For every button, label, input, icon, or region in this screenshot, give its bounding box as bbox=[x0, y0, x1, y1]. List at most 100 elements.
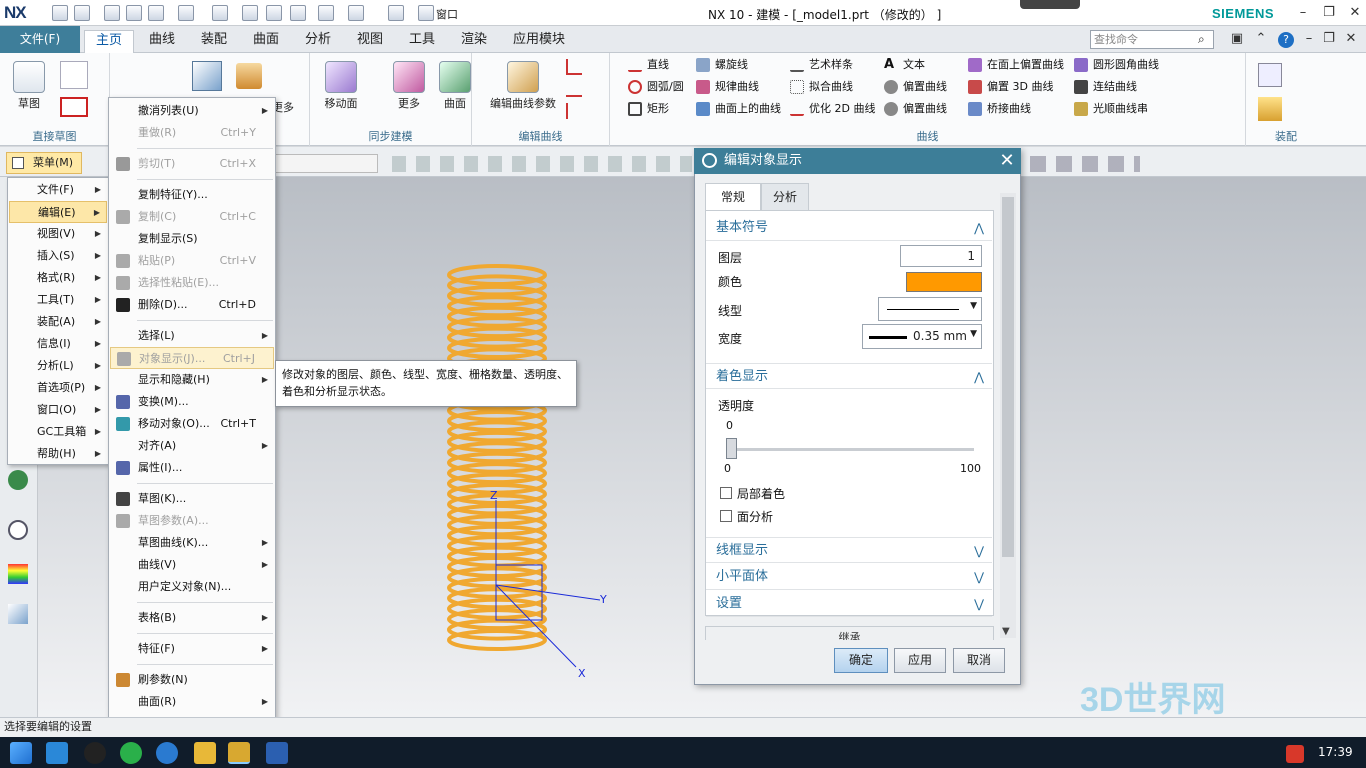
face-analysis-checkbox[interactable] bbox=[720, 510, 732, 522]
text-button[interactable]: A 文本 bbox=[884, 55, 925, 75]
main-menu-item[interactable]: 信息(I) ▶ bbox=[9, 333, 107, 355]
apply-button[interactable]: 应用 bbox=[894, 648, 946, 673]
law-curve-button[interactable]: 规律曲线 bbox=[696, 77, 759, 97]
input-method-icon[interactable] bbox=[1286, 745, 1304, 763]
inherit-button[interactable]: 继承 bbox=[705, 626, 994, 640]
tab-home[interactable]: 主页 bbox=[84, 30, 134, 54]
expand-chevron-icon-2[interactable]: ⋁ bbox=[974, 564, 984, 590]
edit-menu-item[interactable]: 曲面(R) ▶ bbox=[110, 691, 274, 713]
arc-circle-button[interactable]: 圆弧/圆 bbox=[628, 77, 684, 97]
facet-section[interactable]: 小平面体 ⋁ bbox=[706, 564, 992, 590]
close-button[interactable]: ✕ bbox=[1342, 4, 1366, 22]
edit-menu-item[interactable]: 对象显示(J)... Ctrl+J bbox=[110, 347, 274, 369]
cut-icon[interactable] bbox=[242, 5, 258, 21]
ribbon-options-icon[interactable]: ▣ bbox=[1224, 30, 1250, 48]
edit-menu-item[interactable]: 显示和隐藏(H) ▶ bbox=[110, 369, 274, 391]
join-curve-button[interactable]: 连结曲线 bbox=[1074, 77, 1137, 97]
edit-menu-item[interactable]: 草图曲线(K)... ▶ bbox=[110, 532, 274, 554]
shell-icon[interactable] bbox=[236, 63, 262, 89]
edit-menu-item[interactable]: 选择(L) ▶ bbox=[110, 325, 274, 347]
ok-button[interactable]: 确定 bbox=[834, 648, 888, 673]
dialog-title[interactable]: 编辑对象显示 bbox=[694, 148, 1021, 174]
edit-menu-item[interactable]: 删除(D)... Ctrl+D bbox=[110, 294, 274, 316]
window-icon[interactable] bbox=[418, 5, 434, 21]
smooth-curve-string-button[interactable]: 光顺曲线串 bbox=[1074, 99, 1148, 119]
offset-curve-button-2[interactable]: 偏置曲线 bbox=[884, 99, 947, 119]
tab-analysis-dialog[interactable]: 分析 bbox=[761, 183, 809, 211]
collapse-chevron-icon[interactable]: ⋀ bbox=[974, 215, 984, 241]
cancel-button[interactable]: 取消 bbox=[953, 648, 1005, 673]
helix-button[interactable]: 螺旋线 bbox=[696, 55, 748, 75]
expand-chevron-icon[interactable]: ⋁ bbox=[974, 538, 984, 564]
main-menu-item[interactable]: 装配(A) ▶ bbox=[9, 311, 107, 333]
edit-menu-item[interactable]: 重做(R) Ctrl+Y bbox=[110, 122, 274, 144]
edit-menu-item[interactable]: 特征(F) ▶ bbox=[110, 638, 274, 660]
web-browser-icon[interactable] bbox=[8, 470, 28, 490]
wechat-icon[interactable] bbox=[120, 742, 142, 764]
transparency-slider-track[interactable] bbox=[728, 448, 974, 451]
edit-menu-item[interactable]: 粘贴(P) Ctrl+V bbox=[110, 250, 274, 272]
add-component-icon[interactable] bbox=[1258, 97, 1282, 121]
photos-icon[interactable] bbox=[46, 742, 68, 764]
scroll-down-arrow-icon[interactable]: ▼ bbox=[1002, 626, 1010, 637]
transparency-slider-thumb[interactable] bbox=[726, 438, 737, 459]
rectangle-button[interactable]: 矩形 bbox=[628, 99, 669, 119]
block-icon[interactable] bbox=[192, 61, 222, 91]
dialog-gear-icon[interactable] bbox=[702, 153, 717, 168]
word-icon[interactable] bbox=[266, 742, 288, 764]
tab-curve[interactable]: 曲线 bbox=[140, 30, 184, 52]
tab-view[interactable]: 视图 bbox=[348, 30, 392, 52]
tab-application[interactable]: 应用模块 bbox=[504, 30, 574, 52]
redo-icon[interactable] bbox=[212, 5, 228, 21]
main-menu-item[interactable]: 首选项(P) ▶ bbox=[9, 377, 107, 399]
save-as-icon[interactable] bbox=[148, 5, 164, 21]
browser-icon[interactable] bbox=[156, 742, 178, 764]
main-menu-item[interactable]: 帮助(H) ▶ bbox=[9, 443, 107, 465]
tab-general[interactable]: 常规 bbox=[705, 183, 761, 211]
save-icon[interactable] bbox=[104, 5, 120, 21]
tab-surface[interactable]: 曲面 bbox=[244, 30, 288, 52]
rectangle-icon[interactable] bbox=[60, 97, 88, 117]
edit-menu-item[interactable]: 表格(B) ▶ bbox=[110, 607, 274, 629]
trim-curve-icon[interactable] bbox=[566, 59, 582, 75]
edit-menu-item[interactable]: 剪切(T) Ctrl+X bbox=[110, 153, 274, 175]
tab-assembly[interactable]: 装配 bbox=[192, 30, 236, 52]
offset-curve-button[interactable]: 偏置曲线 bbox=[884, 77, 947, 97]
edit-menu-item[interactable]: 撤消列表(U) ▶ bbox=[110, 100, 274, 122]
collapse-chevron-icon-2[interactable]: ⋀ bbox=[974, 364, 984, 390]
shading-section[interactable]: 着色显示 ⋀ bbox=[706, 363, 992, 389]
split-curve-icon[interactable] bbox=[566, 81, 582, 97]
process-studio-icon[interactable] bbox=[8, 564, 28, 584]
command-search-input[interactable]: 查找命令 bbox=[1090, 30, 1214, 49]
minimize-button[interactable]: – bbox=[1290, 4, 1316, 22]
tab-analysis[interactable]: 分析 bbox=[296, 30, 340, 52]
selection-tools[interactable] bbox=[392, 156, 692, 172]
main-menu-item[interactable]: 格式(R) ▶ bbox=[9, 267, 107, 289]
offset-3d-curve-button[interactable]: 偏置 3D 曲线 bbox=[968, 77, 1053, 97]
nx-taskbar-icon[interactable] bbox=[228, 742, 250, 764]
edit-menu-item[interactable]: 复制显示(S) bbox=[110, 228, 274, 250]
file-explorer-icon[interactable] bbox=[194, 742, 216, 764]
undo-icon[interactable] bbox=[178, 5, 194, 21]
edit-menu-item[interactable]: 草图参数(A)... bbox=[110, 510, 274, 532]
main-menu-item[interactable]: 插入(S) ▶ bbox=[9, 245, 107, 267]
doc-close-button[interactable]: ✕ bbox=[1338, 30, 1364, 48]
copy-icon[interactable] bbox=[266, 5, 282, 21]
linetype-dropdown[interactable]: ▼ bbox=[878, 297, 982, 321]
wireframe-section[interactable]: 线框显示 ⋁ bbox=[706, 537, 992, 563]
width-dropdown[interactable]: 0.35 mm ▼ bbox=[862, 324, 982, 349]
edit-menu-item[interactable]: 用户定义对象(N)... bbox=[110, 576, 274, 598]
new-file-icon[interactable] bbox=[52, 5, 68, 21]
history-clock-icon[interactable] bbox=[8, 520, 28, 540]
curve-on-surface-button[interactable]: 曲面上的曲线 bbox=[696, 99, 781, 119]
assembly-icon[interactable] bbox=[1258, 63, 1282, 87]
fit-curve-button[interactable]: 拟合曲线 bbox=[790, 77, 853, 97]
paste-icon[interactable] bbox=[290, 5, 306, 21]
main-menu-item[interactable]: 工具(T) ▶ bbox=[9, 289, 107, 311]
qq-icon[interactable] bbox=[84, 742, 106, 764]
curve-length-icon[interactable] bbox=[566, 103, 582, 119]
more-sync-button[interactable]: 更多 bbox=[384, 57, 434, 111]
view-tools[interactable] bbox=[1030, 156, 1140, 172]
open-file-icon[interactable] bbox=[74, 5, 90, 21]
start-icon[interactable] bbox=[10, 742, 32, 764]
